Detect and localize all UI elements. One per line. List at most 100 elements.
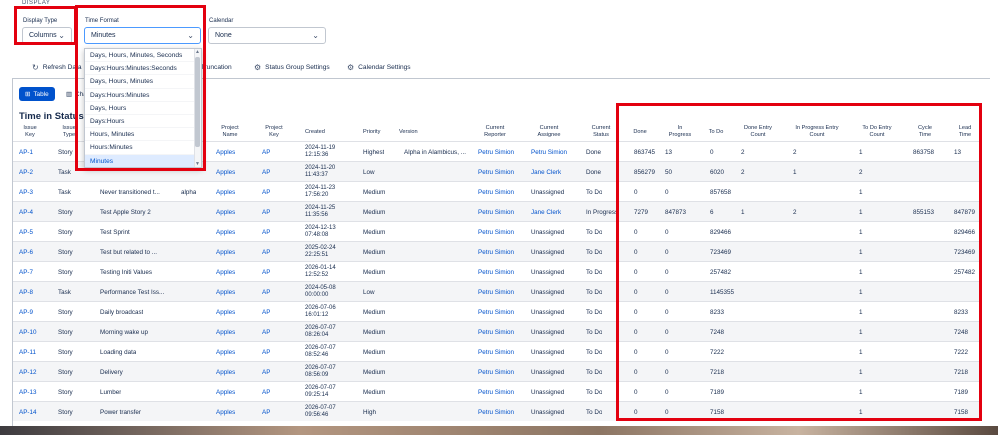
time-format-option[interactable]: Days:Hours bbox=[85, 115, 201, 129]
header-cycle-time[interactable]: Cycle Time bbox=[912, 122, 938, 142]
project-name-link[interactable]: Apples bbox=[216, 262, 235, 282]
issue-key-link[interactable]: AP-7 bbox=[19, 262, 33, 282]
issue-key-link[interactable]: AP-3 bbox=[19, 182, 33, 202]
assignee-cell[interactable]: Jane Clerk bbox=[531, 162, 561, 182]
project-key-link[interactable]: AP bbox=[262, 202, 270, 222]
time-format-dropdown[interactable]: Days, Hours, Minutes, Seconds Days:Hours:… bbox=[84, 48, 202, 168]
issue-key-link[interactable]: AP-12 bbox=[19, 362, 37, 382]
refresh-data-button[interactable]: ↻ Refresh Data bbox=[32, 63, 82, 72]
project-name-link[interactable]: Apples bbox=[216, 242, 235, 262]
assignee-cell[interactable]: Petru Simion bbox=[531, 142, 567, 162]
header-priority[interactable]: Priority bbox=[363, 122, 393, 142]
reporter-link[interactable]: Petru Simion bbox=[478, 162, 514, 182]
header-project-key[interactable]: Project Key bbox=[261, 122, 287, 142]
project-key-link[interactable]: AP bbox=[262, 322, 270, 342]
table-row[interactable]: AP-8 Task Performance Test Iss... Apples AP 2… bbox=[13, 281, 980, 301]
assignee-cell[interactable]: Jane Clerk bbox=[531, 202, 561, 222]
table-row[interactable]: AP-11 Story Loading data Apples AP 2026-07-07… bbox=[13, 341, 980, 361]
time-format-option[interactable]: Days:Hours:Minutes bbox=[85, 89, 201, 102]
reporter-link[interactable]: Petru Simion bbox=[478, 222, 514, 242]
time-format-option[interactable]: Minutes bbox=[85, 154, 201, 167]
header-done-entry-count[interactable]: Done Entry Count bbox=[740, 122, 776, 142]
time-format-option[interactable]: Days, Hours bbox=[85, 102, 201, 115]
issue-key-link[interactable]: AP-6 bbox=[19, 242, 33, 262]
header-version[interactable]: Version bbox=[399, 122, 429, 142]
project-name-link[interactable]: Apples bbox=[216, 402, 235, 422]
project-key-link[interactable]: AP bbox=[262, 382, 270, 402]
project-key-link[interactable]: AP bbox=[262, 162, 270, 182]
project-key-link[interactable]: AP bbox=[262, 262, 270, 282]
header-current-reporter[interactable]: Current Reporter bbox=[478, 122, 512, 142]
header-issue-type[interactable]: Issue Type bbox=[58, 122, 80, 142]
header-current-assignee[interactable]: Current Assignee bbox=[531, 122, 567, 142]
project-name-link[interactable]: Apples bbox=[216, 142, 235, 162]
reporter-link[interactable]: Petru Simion bbox=[478, 342, 514, 362]
issue-key-link[interactable]: AP-4 bbox=[19, 202, 33, 222]
issue-key-link[interactable]: AP-2 bbox=[19, 162, 33, 182]
issue-key-link[interactable]: AP-1 bbox=[19, 142, 33, 162]
project-name-link[interactable]: Apples bbox=[216, 182, 235, 202]
header-created[interactable]: Created bbox=[305, 122, 335, 142]
table-row[interactable]: AP-5 Story Test Sprint Apples AP 2024-12-13 0… bbox=[13, 221, 980, 241]
time-format-option[interactable]: Days, Hours, Minutes, Seconds bbox=[85, 49, 201, 63]
header-to-do-entry-count[interactable]: To Do Entry Count bbox=[858, 122, 896, 142]
project-name-link[interactable]: Apples bbox=[216, 342, 235, 362]
time-format-option[interactable]: Hours:Minutes bbox=[85, 141, 201, 155]
issue-key-link[interactable]: AP-14 bbox=[19, 402, 37, 422]
header-to-do[interactable]: To Do bbox=[708, 122, 724, 142]
scroll-down-icon[interactable]: ▼ bbox=[195, 161, 200, 167]
issue-key-link[interactable]: AP-13 bbox=[19, 382, 37, 402]
project-name-link[interactable]: Apples bbox=[216, 302, 235, 322]
reporter-link[interactable]: Petru Simion bbox=[478, 362, 514, 382]
project-name-link[interactable]: Apples bbox=[216, 222, 235, 242]
header-current-status[interactable]: Current Status bbox=[588, 122, 614, 142]
issue-key-link[interactable]: AP-11 bbox=[19, 342, 36, 362]
project-key-link[interactable]: AP bbox=[262, 222, 270, 242]
table-row[interactable]: AP-9 Story Daily broadcast Apples AP 2026-07-… bbox=[13, 301, 980, 321]
status-group-settings-button[interactable]: ⚙ Status Group Settings bbox=[254, 63, 330, 72]
issue-key-link[interactable]: AP-10 bbox=[19, 322, 37, 342]
issue-key-link[interactable]: AP-5 bbox=[19, 222, 33, 242]
project-key-link[interactable]: AP bbox=[262, 342, 270, 362]
reporter-link[interactable]: Petru Simion bbox=[478, 142, 514, 162]
scroll-up-icon[interactable]: ▲ bbox=[195, 49, 200, 55]
table-row[interactable]: AP-14 Story Power transfer Apples AP 2026-07-… bbox=[13, 401, 980, 421]
project-name-link[interactable]: Apples bbox=[216, 162, 235, 182]
header-lead-time[interactable]: Lead Time bbox=[953, 122, 977, 142]
reporter-link[interactable]: Petru Simion bbox=[478, 242, 514, 262]
project-key-link[interactable]: AP bbox=[262, 182, 270, 202]
table-row[interactable]: AP-3 Task Never transitioned t... alpha Appl… bbox=[13, 181, 980, 201]
header-in-progress[interactable]: In Progress bbox=[668, 122, 692, 142]
project-key-link[interactable]: AP bbox=[262, 242, 270, 262]
project-key-link[interactable]: AP bbox=[262, 282, 270, 302]
header-done[interactable]: Done bbox=[630, 122, 650, 142]
header-project-name[interactable]: Project Name bbox=[216, 122, 244, 142]
table-row[interactable]: AP-12 Story Delivery Apples AP 2026-07-07 08:… bbox=[13, 361, 980, 381]
project-key-link[interactable]: AP bbox=[262, 302, 270, 322]
reporter-link[interactable]: Petru Simion bbox=[478, 302, 514, 322]
project-key-link[interactable]: AP bbox=[262, 142, 270, 162]
display-type-select[interactable]: Columns ⌄ bbox=[22, 27, 72, 44]
table-row[interactable]: AP-6 Story Test but related to ... Apples AP… bbox=[13, 241, 980, 261]
table-row[interactable]: AP-13 Story Lumber Apples AP 2026-07-07 09:25… bbox=[13, 381, 980, 401]
time-format-select[interactable]: Minutes ⌄ bbox=[84, 27, 201, 44]
calendar-select[interactable]: None ⌄ bbox=[208, 27, 326, 44]
project-key-link[interactable]: AP bbox=[262, 362, 270, 382]
reporter-link[interactable]: Petru Simion bbox=[478, 262, 514, 282]
reporter-link[interactable]: Petru Simion bbox=[478, 182, 514, 202]
project-name-link[interactable]: Apples bbox=[216, 282, 235, 302]
project-name-link[interactable]: Apples bbox=[216, 202, 235, 222]
reporter-link[interactable]: Petru Simion bbox=[478, 202, 514, 222]
project-name-link[interactable]: Apples bbox=[216, 382, 235, 402]
reporter-link[interactable]: Petru Simion bbox=[478, 402, 514, 422]
dropdown-scrollbar-thumb[interactable] bbox=[195, 57, 200, 147]
table-row[interactable]: AP-10 Story Morning wake up Apples AP 2026-07… bbox=[13, 321, 980, 341]
project-key-link[interactable]: AP bbox=[262, 402, 270, 422]
project-name-link[interactable]: Apples bbox=[216, 322, 235, 342]
header-in-progress-entry-count[interactable]: In Progress Entry Count bbox=[789, 122, 845, 142]
reporter-link[interactable]: Petru Simion bbox=[478, 322, 514, 342]
reporter-link[interactable]: Petru Simion bbox=[478, 382, 514, 402]
table-row[interactable]: AP-7 Story Testing Initi Values Apples AP 202… bbox=[13, 261, 980, 281]
table-view-button[interactable]: ⊞ Table bbox=[19, 87, 55, 101]
table-row[interactable]: AP-4 Story Test Apple Story 2 Apples AP 2024-… bbox=[13, 201, 980, 221]
